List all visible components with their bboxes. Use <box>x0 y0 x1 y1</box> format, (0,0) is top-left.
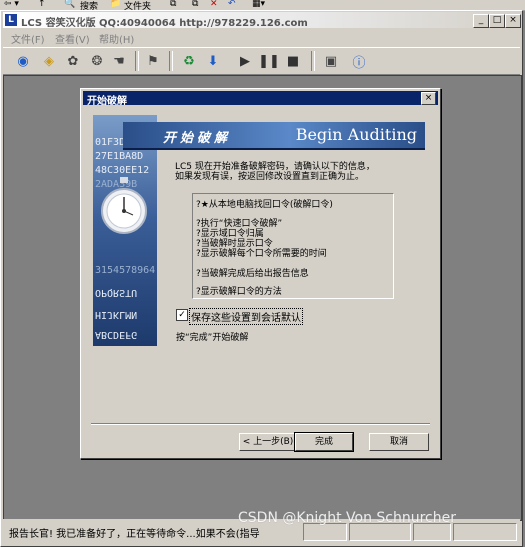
up-icon[interactable]: ↑ <box>38 0 46 9</box>
views-icon[interactable]: ▦▾ <box>252 0 265 9</box>
search-icon[interactable]: 🔍 <box>64 0 75 9</box>
wizard-icon[interactable]: ⚑ <box>143 51 163 71</box>
cancel-button[interactable]: 取消 <box>369 433 429 451</box>
undo-icon[interactable]: ↶ <box>228 0 236 9</box>
app-icon: L <box>5 14 17 26</box>
report-icon[interactable]: ▣ <box>321 51 341 71</box>
status-message: 报告长官! 我已准备好了，正在等待命令...如果不会(指导 <box>9 529 260 540</box>
list-item: ?★从本地电脑找回口令(破解口令) <box>196 200 333 210</box>
audit-icon[interactable]: ♻ <box>179 51 199 71</box>
status-panel-right <box>453 523 517 541</box>
delete-icon[interactable]: ✕ <box>210 0 218 9</box>
toolbar: ◉ ◈ ✿ ❂ ☚ ⚑ ♻ ⬇ ▶ ❚❚ ■ ▣ ⓘ <box>3 47 520 75</box>
banner-title-en: Begin Auditing <box>295 125 417 144</box>
move-icon[interactable]: ⧉ <box>170 0 176 9</box>
banner-title-cn: 开始破解 <box>163 131 232 146</box>
new-session-icon[interactable]: ◉ <box>13 51 33 71</box>
settings-summary-list[interactable]: ?★从本地电脑找回口令(破解口令) ?执行“快速口令破解” ?显示域口令归属 ?… <box>192 193 394 299</box>
menu-view[interactable]: 查看(V) <box>55 31 90 46</box>
finish-button[interactable]: 完成 <box>294 432 354 452</box>
save-defaults-checkbox[interactable]: ✓ <box>176 309 188 321</box>
back-button[interactable]: < 上一步(B) <box>239 433 297 451</box>
menu-bar: 文件(F) 查看(V) 帮助(H) <box>3 30 520 46</box>
dialog-close-button[interactable]: × <box>421 92 436 105</box>
list-item: ?显示破解口令的方法 <box>196 287 282 297</box>
play-icon[interactable]: ▶ <box>235 51 255 71</box>
watermark-text: CSDN @Knight Von Schnurcher <box>238 510 456 526</box>
list-item: ?显示破解每个口令所需要的时间 <box>196 249 327 259</box>
menu-help[interactable]: 帮助(H) <box>99 31 134 46</box>
about-icon[interactable]: ⓘ <box>349 51 369 71</box>
title-bar[interactable]: L LCS 容笑汉化版 QQ:40940064 http://978229.12… <box>3 12 521 29</box>
finish-hint: 按“完成”开始破解 <box>176 333 249 343</box>
begin-auditing-dialog: 开始破解 × 01F3D 27E1BA8D 48C30EE12 2ADA39B … <box>80 88 441 459</box>
pause-icon[interactable]: ❚❚ <box>258 51 280 71</box>
back-icon[interactable]: ⇦ ▾ <box>4 0 19 9</box>
maximize-button[interactable]: □ <box>489 14 505 28</box>
save-defaults-label[interactable]: 保存这些设置到会话默认 <box>189 308 303 325</box>
export-icon[interactable]: ❂ <box>87 51 107 71</box>
intro-text-line2: 如果发现有误，按返回修改设置直到正确为止。 <box>175 172 365 182</box>
minimize-button[interactable]: _ <box>473 14 489 28</box>
window-title: LCS 容笑汉化版 QQ:40940064 http://978229.126.… <box>21 18 308 29</box>
close-button[interactable]: × <box>505 14 521 28</box>
download-icon[interactable]: ⬇ <box>203 51 223 71</box>
dialog-banner: 开始破解 Begin Auditing <box>123 122 425 150</box>
import-icon[interactable]: ✿ <box>63 51 83 71</box>
stop-icon[interactable]: ■ <box>283 51 303 71</box>
list-item: ?当破解完成后给出报告信息 <box>196 269 309 279</box>
copy-icon[interactable]: ⧉ <box>192 0 198 9</box>
dialog-title-bar[interactable]: 开始破解 × <box>83 91 438 107</box>
folder-icon[interactable]: 📁 <box>110 0 121 9</box>
open-session-icon[interactable]: ◈ <box>39 51 59 71</box>
dialog-divider <box>91 423 430 425</box>
stopwatch-icon <box>101 177 147 234</box>
options-icon[interactable]: ☚ <box>109 51 129 71</box>
menu-file[interactable]: 文件(F) <box>11 31 45 46</box>
dialog-title: 开始破解 <box>87 96 127 107</box>
